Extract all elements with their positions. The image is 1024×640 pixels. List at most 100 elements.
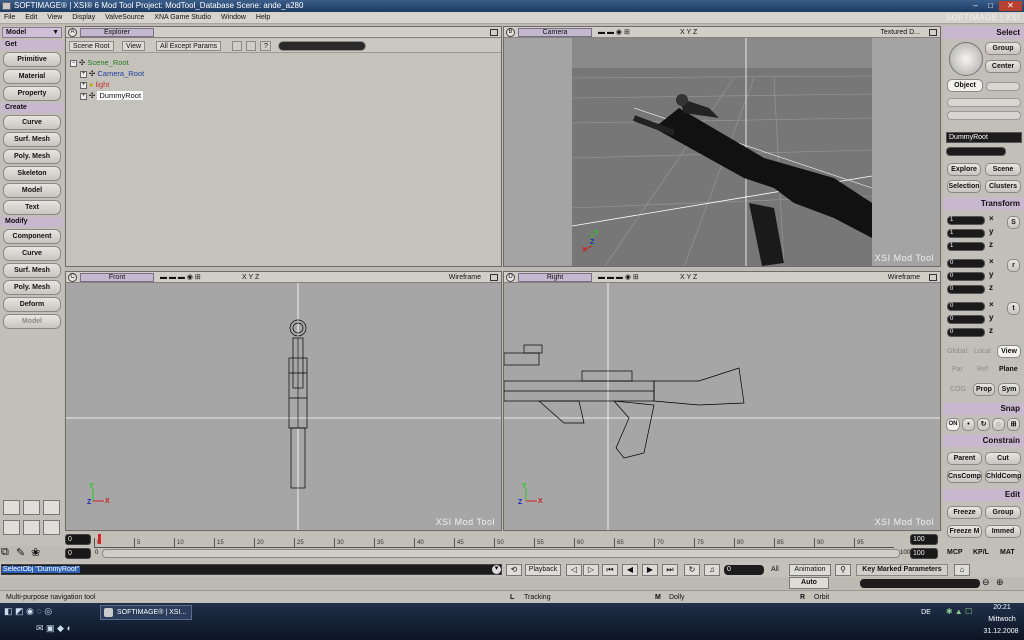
palette-icon[interactable]: ❀ [31, 546, 40, 559]
select-header[interactable]: Select [943, 27, 1024, 39]
view-icons[interactable]: ▬ ▬ ◉ ⊞ [598, 27, 630, 38]
timeline-range-slider[interactable] [102, 549, 900, 558]
snap-header[interactable]: Snap [943, 403, 1024, 415]
layout-icon[interactable]: ⧉ [1, 546, 9, 559]
viewport-letter-a[interactable]: A [68, 28, 77, 37]
viewport-letter-d[interactable]: D [506, 273, 515, 282]
play-icon[interactable]: ▷ [583, 564, 599, 576]
selection-sub-field[interactable] [946, 147, 1006, 156]
axis-buttons[interactable]: X Y Z [680, 27, 697, 38]
brush-icon[interactable]: ✎ [16, 546, 25, 559]
playback-options-icon[interactable]: ⟲ [506, 564, 522, 576]
expand-icon[interactable]: + [80, 92, 87, 100]
viewport-b[interactable]: B Camera ▬ ▬ ◉ ⊞ X Y Z Textured D... Y X… [503, 26, 941, 267]
select-mode-field[interactable] [947, 98, 1021, 107]
explore-button[interactable]: Explore [947, 163, 981, 176]
rotate-button[interactable]: r [1007, 259, 1020, 272]
constrain-header[interactable]: Constrain [943, 435, 1024, 447]
command-dropdown-icon[interactable]: ▾ [492, 565, 501, 574]
chldcomp-button[interactable]: ChldComp [985, 470, 1021, 483]
taskbar-softimage-button[interactable]: SOFTIMAGE® | XSI... [100, 605, 192, 620]
viewport-d-canvas[interactable]: Y X Z XSI Mod Tool [504, 283, 940, 530]
expand-icon[interactable]: + [80, 70, 87, 78]
property-button[interactable]: Property [3, 86, 61, 101]
cnscomp-button[interactable]: CnsComp [947, 470, 982, 483]
material-button[interactable]: Material [3, 69, 61, 84]
camera-dropdown[interactable]: Front [80, 273, 154, 282]
maximize-viewport-icon[interactable] [929, 29, 937, 36]
edit-header[interactable]: Edit [943, 489, 1024, 501]
primitive-button[interactable]: Primitive [3, 52, 61, 67]
key-options-icon[interactable]: ⌂ [954, 564, 970, 576]
maximize-button[interactable]: □ [984, 1, 997, 11]
prop-button[interactable]: Prop [973, 383, 995, 396]
camera-dropdown[interactable]: Camera [518, 28, 592, 37]
plane-button[interactable]: Plane [999, 366, 1018, 373]
tree-item-dummyroot[interactable]: + ✣ DummyRoot [70, 90, 144, 101]
menu-view[interactable]: View [47, 14, 62, 21]
tree-item-scene-root[interactable]: − ✣ Scene_Root [70, 57, 144, 68]
quick-launch-icons-2[interactable]: ✉ ▣ ◆ ◐ [36, 623, 96, 635]
clusters-button[interactable]: Clusters [985, 180, 1021, 193]
selection-name-field[interactable]: DummyRoot [946, 132, 1022, 143]
layout-horizontal-icon[interactable] [43, 520, 60, 535]
selection-button[interactable]: Selection [947, 180, 981, 193]
create-poly-mesh-button[interactable]: Poly. Mesh [3, 149, 61, 164]
rotate-z-field[interactable]: 0 [947, 285, 985, 294]
text-button[interactable]: Text [3, 200, 61, 215]
audio-icon[interactable]: ♫ [704, 564, 720, 576]
viewport-c-canvas[interactable]: Y X Z XSI Mod Tool [66, 283, 501, 530]
component-button[interactable]: Component [3, 229, 61, 244]
language-indicator[interactable]: DE [920, 609, 932, 616]
menu-display[interactable]: Display [72, 14, 95, 21]
immed-button[interactable]: Immed [985, 525, 1021, 538]
transform-header[interactable]: Transform [943, 198, 1024, 210]
sym-button[interactable]: Sym [998, 383, 1020, 396]
scope-dropdown[interactable]: Scene Root [69, 41, 114, 51]
key-left-icon[interactable]: ⊖ [982, 577, 994, 589]
timeline-end-field[interactable]: 100 [910, 534, 938, 545]
tree-item-light[interactable]: + ● light [70, 79, 144, 90]
view-icons[interactable]: ▬ ▬ ▬ ◉ ⊞ [598, 272, 639, 283]
translate-y-field[interactable]: 0 [947, 315, 985, 324]
cut-button[interactable]: Cut [985, 452, 1021, 465]
minimize-button[interactable]: – [969, 1, 982, 11]
collapse-icon[interactable]: − [70, 59, 77, 67]
axis-buttons[interactable]: X Y Z [242, 272, 259, 283]
auto-key-button[interactable]: Auto [789, 577, 829, 589]
layout-graph-icon[interactable] [3, 500, 20, 515]
loop-icon[interactable]: ↻ [684, 564, 700, 576]
timeline-ruler[interactable]: 05101520253035404550556065707580859095 [94, 534, 894, 548]
display-mode-dropdown[interactable]: Wireframe [449, 272, 481, 283]
timeline-start-field[interactable]: 0 [65, 534, 91, 545]
axis-buttons[interactable]: X Y Z [680, 272, 697, 283]
skeleton-button[interactable]: Skeleton [3, 166, 61, 181]
command-line[interactable]: SelectObj "DummyRoot" ▾ [1, 564, 502, 575]
forward-icon[interactable]: ⏭ [662, 564, 678, 576]
lock-icon[interactable] [232, 41, 242, 51]
modify-model-button[interactable]: Model [3, 314, 61, 329]
maximize-explorer-icon[interactable] [490, 29, 498, 36]
snap-surface-icon[interactable]: ◌ [992, 418, 1005, 431]
tree-item-camera-root[interactable]: + ✣ Camera_Root [70, 68, 144, 79]
expand-icon[interactable]: + [80, 81, 87, 89]
camera-dropdown[interactable]: Right [518, 273, 592, 282]
layout-single-icon[interactable] [43, 500, 60, 515]
modify-surf-mesh-button[interactable]: Surf. Mesh [3, 263, 61, 278]
center-select-button[interactable]: Center [985, 60, 1021, 73]
animation-button[interactable]: Animation [789, 564, 831, 576]
translate-x-field[interactable]: 0 [947, 302, 985, 311]
first-frame-icon[interactable]: ◁ [566, 564, 582, 576]
key-right-icon[interactable]: ⊕ [996, 577, 1008, 589]
timeline-end2-field[interactable]: 100 [910, 548, 938, 559]
ref-button[interactable]: Ref [977, 366, 988, 373]
create-surf-mesh-button[interactable]: Surf. Mesh [3, 132, 61, 147]
local-button[interactable]: Local [974, 348, 991, 355]
playhead[interactable] [98, 534, 101, 544]
select-extra-field[interactable] [947, 111, 1021, 120]
snap-grid-icon[interactable]: ⊞ [1007, 418, 1020, 431]
key-parameters-field[interactable] [860, 579, 980, 588]
menu-valvesource[interactable]: ValveSource [105, 14, 144, 21]
help-icon[interactable]: ? [260, 41, 271, 51]
rotate-x-field[interactable]: 0 [947, 259, 985, 268]
